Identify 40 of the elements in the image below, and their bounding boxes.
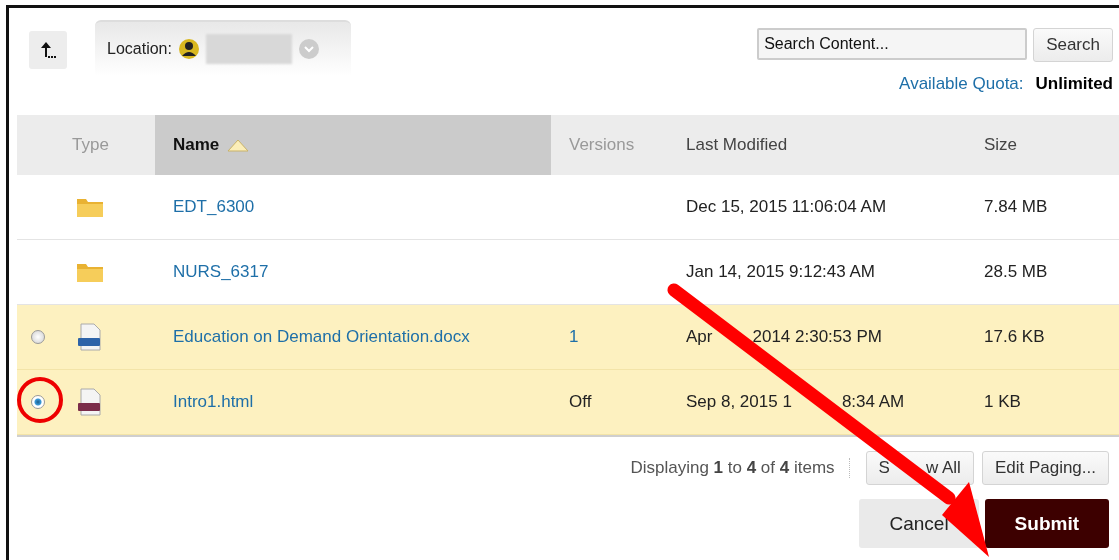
location-label: Location: bbox=[107, 40, 172, 58]
sort-ascending-icon[interactable] bbox=[227, 138, 250, 152]
folder-icon bbox=[76, 196, 104, 218]
search-button[interactable]: Search bbox=[1033, 28, 1113, 62]
modified-date: 2014 2:30:53 PM bbox=[752, 327, 882, 347]
folder-icon bbox=[76, 261, 104, 283]
quota-label: Available Quota: bbox=[899, 74, 1024, 94]
versions-value: Off bbox=[569, 392, 592, 412]
file-size: 28.5 MB bbox=[984, 262, 1048, 282]
table-row[interactable]: Education on Demand Orientation.docx 1 Apr 2014 2:30:53 PM 17.6 KB bbox=[17, 305, 1119, 370]
column-header[interactable]: Last Modified bbox=[670, 115, 970, 175]
file-size: 7.84 MB bbox=[984, 197, 1048, 217]
document-icon bbox=[76, 388, 104, 416]
up-folder-button[interactable] bbox=[29, 31, 67, 69]
search-field[interactable]: Search Content... bbox=[757, 28, 1028, 60]
radio-button[interactable] bbox=[31, 395, 45, 409]
paging-summary: Displaying 1 to 4 of 4 items bbox=[630, 458, 850, 478]
file-name-link[interactable]: Intro1.html bbox=[173, 392, 254, 412]
versions-value: 1 bbox=[569, 327, 579, 347]
quota-value: Unlimited bbox=[1035, 74, 1113, 94]
file-name-link[interactable]: NURS_6317 bbox=[173, 262, 269, 282]
file-size: 17.6 KB bbox=[984, 327, 1045, 347]
column-header[interactable]: Name bbox=[155, 115, 551, 175]
file-name-link[interactable]: EDT_6300 bbox=[173, 197, 255, 217]
radio-button[interactable] bbox=[31, 330, 45, 344]
modified-date: Apr bbox=[686, 327, 713, 347]
table-row[interactable]: Intro1.html Off Sep 8, 2015 1 8:34 AM 1 KB bbox=[17, 370, 1119, 435]
modified-date: Jan 14, 2015 9:12:43 AM bbox=[686, 262, 876, 282]
modified-date: 8:34 AM bbox=[841, 392, 905, 412]
up-arrow-icon bbox=[40, 41, 56, 59]
document-icon bbox=[76, 323, 104, 351]
file-size: 1 KB bbox=[984, 392, 1021, 412]
dropdown-icon[interactable] bbox=[297, 38, 320, 60]
file-name-link[interactable]: Education on Demand Orientation.docx bbox=[173, 327, 470, 347]
column-header[interactable]: Size bbox=[970, 115, 1119, 175]
user-icon bbox=[177, 38, 200, 60]
modified-date: Dec 15, 2015 11:06:04 AM bbox=[686, 197, 887, 217]
paging-button[interactable]: Edit Paging... bbox=[981, 451, 1109, 485]
submit-button[interactable]: Submit bbox=[984, 499, 1109, 548]
modified-date: Sep 8, 2015 1 bbox=[686, 392, 792, 412]
